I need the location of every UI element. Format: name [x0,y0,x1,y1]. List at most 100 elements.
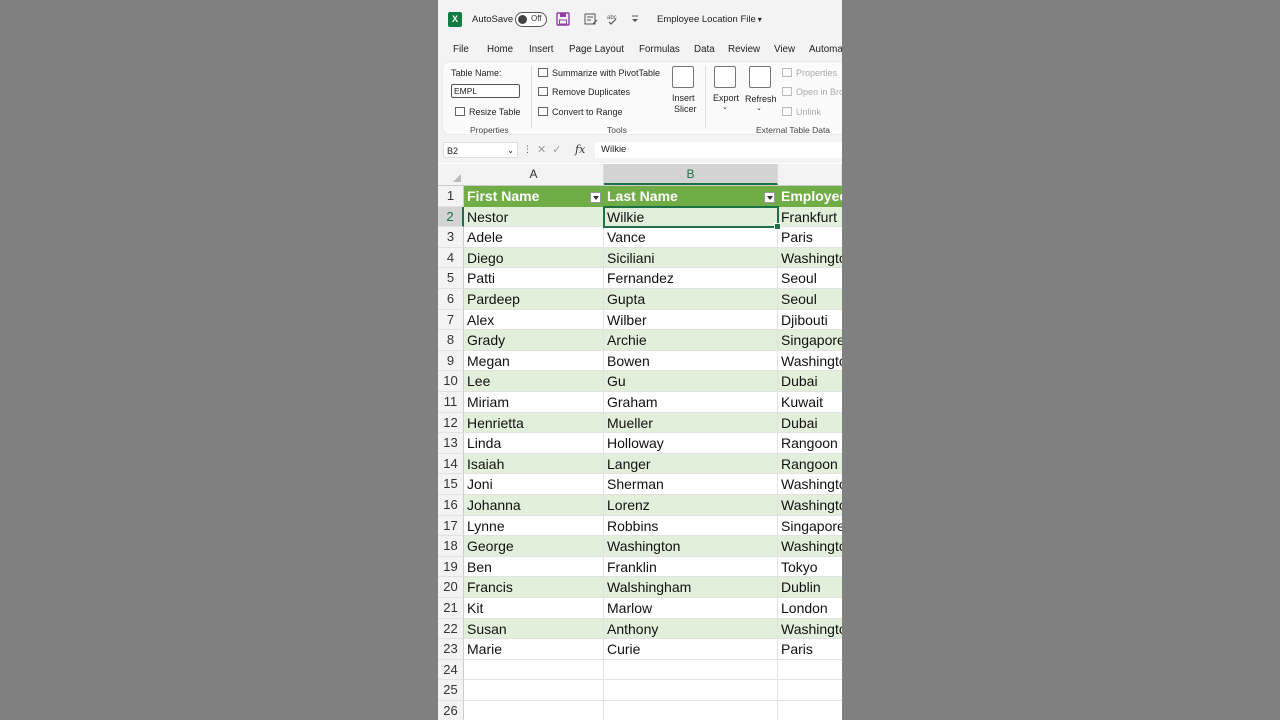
cell[interactable] [464,701,604,720]
row-header[interactable]: 3 [438,227,464,248]
formula-input[interactable]: Wilkie [595,142,842,158]
cell[interactable]: Washington [778,247,842,269]
row-header[interactable]: 6 [438,289,464,310]
convert-to-range-button[interactable]: Convert to Range [538,107,623,117]
cell[interactable]: Paris [778,639,842,660]
table-header-cell[interactable]: First Name [464,186,604,207]
cell[interactable]: Tokyo [778,557,842,578]
row-header[interactable]: 23 [438,639,464,660]
select-all-corner[interactable] [438,164,464,185]
cell[interactable]: Paris [778,227,842,248]
filter-dropdown-icon[interactable] [764,192,775,203]
autosave-toggle[interactable]: Off [515,12,547,27]
save-icon[interactable] [556,12,570,26]
cell[interactable] [778,701,842,720]
cell[interactable]: Washington [778,474,842,495]
row-header[interactable]: 22 [438,618,464,640]
row-header[interactable]: 10 [438,371,464,392]
cell[interactable]: Fernandez [604,268,778,289]
cell[interactable]: Marie [464,639,604,660]
row-header[interactable]: 14 [438,453,464,475]
cell[interactable]: Francis [464,577,604,598]
row-header[interactable]: 2 [438,206,464,228]
tab-insert[interactable]: Insert [529,44,554,55]
document-title[interactable]: Employee Location File ▾ [657,14,762,25]
form-icon[interactable] [584,12,598,26]
cell[interactable]: Johanna [464,495,604,516]
cell[interactable]: Henrietta [464,412,604,434]
tab-review[interactable]: Review [728,44,760,55]
row-header[interactable]: 21 [438,598,464,619]
open-in-browser-button[interactable]: Open in Bro [782,87,842,97]
cell[interactable]: Kuwait [778,392,842,413]
tab-automate[interactable]: Automate [809,44,842,55]
cell[interactable]: Robbins [604,515,778,537]
tab-view[interactable]: View [774,44,795,55]
cell[interactable]: Seoul [778,289,842,310]
cell[interactable]: Adele [464,227,604,248]
row-header[interactable]: 26 [438,701,464,720]
table-header-cell[interactable]: Employee [778,186,842,207]
cell[interactable]: Susan [464,618,604,640]
cell[interactable]: Singapore [778,330,842,351]
cell[interactable]: Lynne [464,515,604,537]
cell[interactable]: Linda [464,433,604,454]
table-header-cell[interactable]: Last Name [604,186,778,207]
cell[interactable]: Holloway [604,433,778,454]
column-header-a[interactable]: A [464,164,604,185]
tab-file[interactable]: File [453,44,469,55]
cell[interactable]: Washington [778,495,842,516]
row-header[interactable]: 4 [438,247,464,269]
filter-dropdown-icon[interactable] [590,192,601,203]
cell[interactable]: Isaiah [464,453,604,475]
cell[interactable]: Washington [778,351,842,372]
tab-page-layout[interactable]: Page Layout [569,44,624,55]
cell[interactable]: Anthony [604,618,778,640]
insert-function-icon[interactable]: fx [575,143,585,156]
cell[interactable]: Diego [464,247,604,269]
cell[interactable]: Ben [464,556,604,578]
cell[interactable]: Gu [604,371,778,392]
remove-duplicates-button[interactable]: Remove Duplicates [538,87,630,97]
name-box[interactable]: B2 ⌄ [443,142,518,158]
column-header-b[interactable]: B [604,164,778,185]
cell[interactable]: Miriam [464,392,604,413]
row-header[interactable]: 13 [438,433,464,454]
cell[interactable]: Siciliani [604,247,778,269]
cell[interactable]: Grady [464,330,604,351]
cell[interactable]: George [464,536,604,557]
row-header[interactable]: 16 [438,495,464,516]
row-header[interactable]: 5 [438,268,464,289]
column-header-c[interactable] [778,164,842,185]
cell[interactable]: Rangoon [778,433,842,454]
tab-formulas[interactable]: Formulas [639,44,680,55]
row-header[interactable]: 24 [438,659,464,681]
row-header[interactable]: 20 [438,577,464,598]
row-header[interactable]: 25 [438,680,464,701]
cell[interactable]: Washington [604,536,778,557]
cell[interactable] [464,659,604,681]
cell[interactable] [604,701,778,720]
cell[interactable]: Dubai [778,371,842,392]
cell[interactable]: Lee [464,371,604,392]
cell[interactable]: Dublin [778,577,842,598]
cell[interactable]: Lorenz [604,495,778,516]
table-name-input[interactable] [451,84,520,98]
cell[interactable]: Pardeep [464,289,604,310]
cell[interactable]: Frankfurt [778,206,842,228]
cell[interactable]: Washington [778,536,842,557]
cell[interactable]: Seoul [778,268,842,289]
cell[interactable]: Rangoon [778,453,842,475]
cell[interactable]: Dubai [778,412,842,434]
row-header[interactable]: 12 [438,412,464,434]
cell[interactable]: Patti [464,268,604,289]
cell[interactable]: London [778,598,842,619]
cell[interactable]: Archie [604,330,778,351]
cell[interactable]: Gupta [604,289,778,310]
cell[interactable]: Washington [778,618,842,640]
customize-toolbar-icon[interactable] [628,12,642,26]
cell[interactable]: Graham [604,392,778,413]
cell[interactable] [604,659,778,681]
row-header[interactable]: 1 [438,186,464,207]
cell[interactable]: Megan [464,350,604,372]
